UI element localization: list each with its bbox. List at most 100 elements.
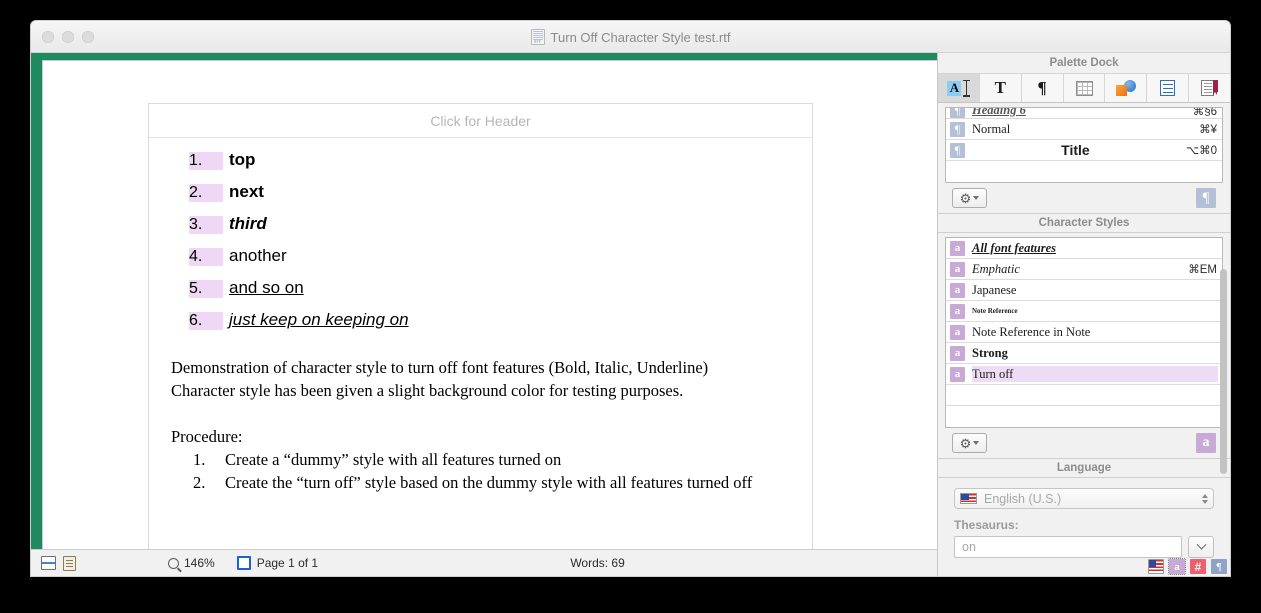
- gear-icon: ⚙: [959, 190, 972, 206]
- style-name: Turn off: [972, 366, 1014, 381]
- invisibles-grid-icon[interactable]: #: [1190, 559, 1206, 574]
- page-body[interactable]: 1. top 2. next 3. third 4. another 5. an…: [149, 138, 812, 494]
- document-canvas[interactable]: Click for Header 1. top 2. next 3. third…: [42, 60, 937, 549]
- zoom-control[interactable]: 146%: [136, 556, 215, 570]
- page-layout-icon[interactable]: [41, 556, 56, 570]
- list-item[interactable]: 5. and so on: [189, 278, 790, 310]
- list-number: 6.: [189, 312, 223, 330]
- list-number: 2.: [189, 184, 223, 202]
- character-style-chip: a: [950, 303, 965, 319]
- list-text: another: [229, 246, 287, 265]
- character-styles-header: Character Styles: [938, 213, 1230, 233]
- character-styles-list[interactable]: a All font features a Emphatic ⌘EM a Jap…: [945, 237, 1223, 428]
- lists-tab[interactable]: [1147, 74, 1190, 102]
- list-number: 2.: [193, 473, 206, 492]
- list-item[interactable]: 4. another: [189, 246, 790, 278]
- us-flag-icon: [960, 493, 977, 504]
- chevron-down-icon: [1196, 539, 1206, 550]
- scrollbar-thumb[interactable]: [1220, 269, 1227, 474]
- style-shortcut: ⌘EM: [1188, 264, 1217, 276]
- rtf-document-icon: [530, 29, 545, 45]
- style-row[interactable]: ¶ Heading 6 ⌘§6: [946, 108, 1222, 119]
- page-indicator: Page 1 of 1: [256, 556, 319, 570]
- fonts-tab[interactable]: T: [979, 74, 1022, 102]
- character-style-add-icon[interactable]: a: [1196, 433, 1216, 453]
- window-title: Turn Off Character Style test.rtf: [550, 29, 731, 45]
- list-text: Create the “turn off” style based on the…: [225, 473, 753, 492]
- shapes-tab[interactable]: [1105, 74, 1148, 102]
- character-styles-tab[interactable]: A: [938, 74, 980, 102]
- style-row[interactable]: ¶ Normal ⌘¥: [946, 119, 1222, 140]
- character-style-chip: a: [950, 324, 965, 340]
- paragraph-style-add-icon[interactable]: ¶: [1196, 188, 1216, 208]
- chevron-down-icon: [973, 441, 980, 445]
- list-text: and so on: [229, 278, 304, 297]
- character-styles-gear-button[interactable]: ⚙: [952, 433, 987, 453]
- chevron-down-icon: [973, 196, 980, 200]
- list-text: third: [229, 214, 267, 233]
- palette-dock-scrollbar[interactable]: [1219, 149, 1228, 559]
- style-row[interactable]: a Strong: [946, 343, 1222, 364]
- language-select[interactable]: English (U.S.): [954, 488, 1214, 509]
- bookmarks-tab[interactable]: [1189, 74, 1230, 102]
- language-value: English (U.S.): [984, 491, 1062, 506]
- style-row[interactable]: a Japanese: [946, 280, 1222, 301]
- paragraph-marks-icon[interactable]: ¶: [1211, 559, 1227, 574]
- paragraph-tab[interactable]: ¶: [1021, 74, 1064, 102]
- style-row-empty[interactable]: [946, 385, 1222, 406]
- paragraph-1[interactable]: Demonstration of character style to turn…: [171, 356, 790, 379]
- character-style-chip: a: [950, 261, 965, 277]
- style-row-selected[interactable]: a Turn off: [946, 364, 1222, 385]
- style-row[interactable]: a Note Reference: [946, 301, 1222, 322]
- thesaurus-dropdown-button[interactable]: [1188, 536, 1214, 558]
- style-row[interactable]: a Emphatic ⌘EM: [946, 259, 1222, 280]
- list-item[interactable]: 2. Create the “turn off” style based on …: [193, 471, 790, 494]
- status-mini-icons: a # ¶: [1148, 558, 1227, 575]
- style-row-empty[interactable]: [946, 406, 1222, 427]
- list-number: 4.: [189, 248, 223, 266]
- list-item[interactable]: 6. just keep on keeping on: [189, 310, 790, 342]
- zoom-level: 146%: [184, 556, 215, 570]
- style-row-empty[interactable]: [946, 161, 1222, 182]
- stepper-icon[interactable]: [1202, 493, 1208, 504]
- document-page[interactable]: Click for Header 1. top 2. next 3. third…: [148, 103, 813, 549]
- list-item[interactable]: 3. third: [189, 214, 790, 246]
- paragraph-styles-list[interactable]: ¶ Heading 6 ⌘§6 ¶ Normal ⌘¥ ¶ Title ⌥⌘0: [945, 107, 1223, 183]
- bold-T-icon: T: [994, 78, 1006, 97]
- language-flag-icon[interactable]: [1148, 559, 1164, 574]
- list-number: 1.: [193, 450, 206, 469]
- notes-icon[interactable]: [63, 555, 76, 571]
- title-bar[interactable]: Turn Off Character Style test.rtf: [31, 21, 1230, 53]
- page-indicator-group[interactable]: Page 1 of 1: [215, 556, 318, 570]
- header-placeholder[interactable]: Click for Header: [149, 104, 812, 138]
- document-frame: Click for Header 1. top 2. next 3. third…: [31, 53, 937, 549]
- style-shortcut: ⌥⌘0: [1185, 145, 1217, 157]
- paragraph-styles-gear-button[interactable]: ⚙: [952, 188, 987, 208]
- status-bar: 146% Page 1 of 1 Words: 69: [31, 549, 937, 576]
- paragraph-style-chip: ¶: [950, 142, 965, 158]
- list-item[interactable]: 1. Create a “dummy” style with all featu…: [193, 448, 790, 471]
- style-name: Note Reference in Note: [972, 324, 1091, 339]
- thesaurus-input[interactable]: on: [954, 536, 1182, 558]
- thesaurus-row: on: [954, 536, 1214, 558]
- table-tab[interactable]: [1063, 74, 1106, 102]
- paragraph-styles-pane: ¶ Heading 6 ⌘§6 ¶ Normal ⌘¥ ¶ Title ⌥⌘0: [938, 103, 1230, 213]
- document-list-icon: [1160, 80, 1176, 96]
- list-text: Create a “dummy” style with all features…: [225, 450, 562, 469]
- list-item[interactable]: 1. top: [189, 150, 790, 182]
- palette-dock-title: Palette Dock: [938, 53, 1230, 74]
- procedure-label[interactable]: Procedure:: [171, 425, 790, 448]
- document-pane: Click for Header 1. top 2. next 3. third…: [31, 53, 937, 576]
- paragraph-style-chip: ¶: [950, 108, 965, 118]
- shapes-icon: [1115, 80, 1136, 96]
- a-text-cursor-icon: A: [947, 79, 969, 97]
- character-style-icon[interactable]: a: [1168, 558, 1186, 575]
- paragraph-2[interactable]: Character style has been given a slight …: [171, 379, 790, 402]
- style-row[interactable]: ¶ Title ⌥⌘0: [946, 140, 1222, 161]
- word-count: Words: 69: [570, 556, 625, 570]
- list-item[interactable]: 2. next: [189, 182, 790, 214]
- style-row[interactable]: a All font features: [946, 238, 1222, 259]
- palette-dock: Palette Dock A T ¶ ¶ Heading 6 ⌘§6 ¶ Nor…: [937, 53, 1230, 576]
- page-icon: [236, 556, 251, 570]
- style-row[interactable]: a Note Reference in Note: [946, 322, 1222, 343]
